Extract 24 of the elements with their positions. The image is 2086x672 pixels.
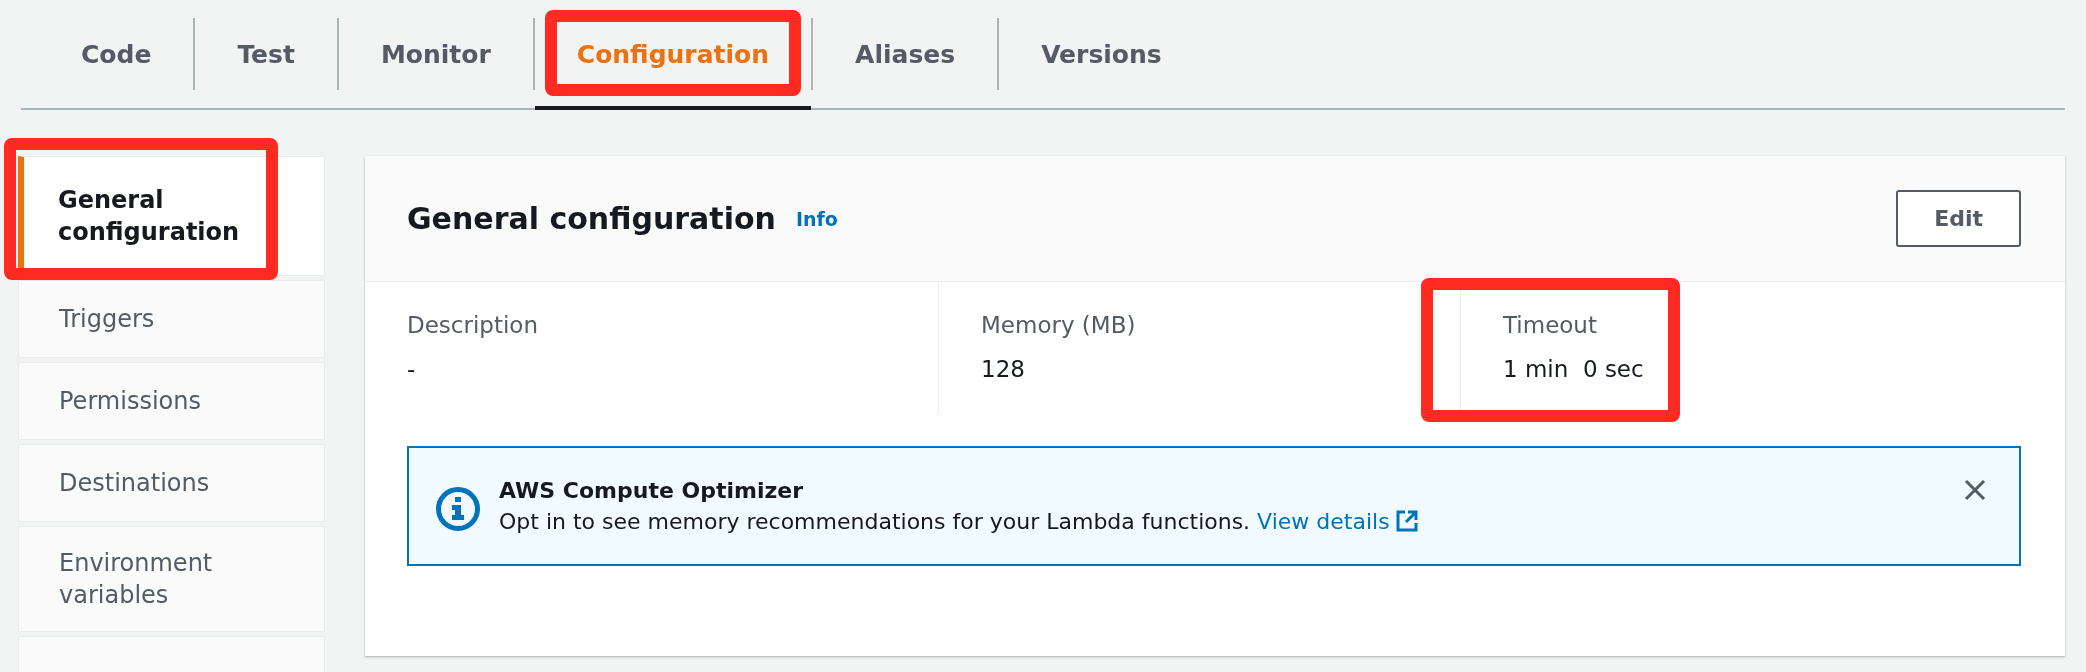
field-value: 1 min 0 sec bbox=[1503, 356, 1645, 382]
alert-title: AWS Compute Optimizer bbox=[499, 478, 805, 503]
external-link-icon bbox=[1395, 510, 1418, 532]
field-label: Description bbox=[407, 312, 539, 338]
sidebar-item[interactable]: General configuration bbox=[18, 156, 325, 276]
view-details-link[interactable]: View details bbox=[1257, 509, 1418, 534]
tab[interactable]: Monitor bbox=[338, 0, 533, 108]
sidebar-item[interactable]: Permissions bbox=[18, 362, 325, 440]
panel-title: General configuration bbox=[407, 201, 776, 236]
sidebar-item[interactable]: Environment variables bbox=[18, 526, 325, 632]
alert-text: Opt in to see memory recommendations for your Lambda functions. View details bbox=[499, 509, 1945, 534]
tab[interactable]: Code bbox=[39, 0, 194, 108]
field-label: Timeout bbox=[1503, 312, 1598, 338]
info-link[interactable]: Info bbox=[795, 207, 838, 230]
tab[interactable]: Aliases bbox=[813, 0, 998, 108]
tab[interactable]: Test bbox=[195, 0, 337, 108]
sidebar-item[interactable]: Destinations bbox=[18, 444, 325, 522]
field-value: - bbox=[407, 356, 417, 382]
tab[interactable]: Versions bbox=[999, 0, 1204, 108]
field-label: Memory (MB) bbox=[981, 312, 1137, 338]
info-icon bbox=[435, 486, 481, 532]
edit-button[interactable]: Edit bbox=[1896, 190, 2021, 247]
sidebar-item[interactable]: Triggers bbox=[18, 280, 325, 358]
field-value: 128 bbox=[981, 356, 1026, 382]
